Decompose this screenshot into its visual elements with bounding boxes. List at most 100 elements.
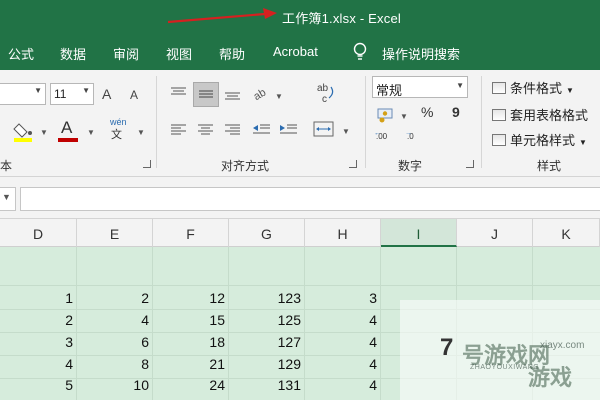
increase-indent-icon[interactable] [278, 122, 298, 136]
percent-style-icon[interactable]: % [421, 105, 433, 119]
tell-me-search[interactable]: 操作说明搜索 [382, 44, 460, 63]
cell-d5[interactable]: 5 [0, 374, 73, 396]
cell-f5[interactable]: 24 [153, 374, 225, 396]
format-as-table-label: 套用表格格式 [510, 108, 589, 123]
alignment-dialog-launcher-icon[interactable] [349, 160, 357, 168]
cell-i-value[interactable]: 7 [440, 334, 453, 362]
fill-color-icon[interactable] [13, 120, 35, 142]
group-separator [156, 76, 157, 168]
group-font-label: 本 [0, 159, 13, 173]
svg-text:ab: ab [317, 83, 329, 94]
name-box[interactable]: ▼ [0, 187, 16, 211]
cell-h5[interactable]: 4 [305, 374, 377, 396]
cell-e2[interactable]: 4 [77, 309, 149, 331]
cell-styles-button[interactable]: 单元格样式 ▼ [492, 130, 587, 149]
column-header-row: D E F G H I J K [0, 219, 600, 247]
cell-f2[interactable]: 15 [153, 309, 225, 331]
cell-d3[interactable]: 3 [0, 331, 73, 353]
chevron-down-icon: ▼ [456, 81, 464, 90]
cell-g5[interactable]: 131 [229, 374, 301, 396]
chevron-down-icon[interactable]: ▼ [275, 92, 283, 101]
font-size-dropdown[interactable]: 11 ▼ [50, 83, 94, 105]
conditional-formatting-button[interactable]: 条件格式 ▼ [492, 78, 574, 97]
top-align-icon[interactable] [170, 85, 188, 99]
font-dialog-launcher-icon[interactable] [143, 160, 151, 168]
group-separator [481, 76, 482, 168]
column-header-j[interactable]: J [457, 219, 533, 247]
cell-d4[interactable]: 4 [0, 353, 73, 375]
column-header-i[interactable]: I [381, 219, 457, 247]
format-as-table-icon [492, 109, 506, 121]
cell-h2[interactable]: 4 [305, 309, 377, 331]
window-title: 工作簿1.xlsx - Excel [282, 11, 401, 26]
wrap-text-icon[interactable]: ab c [315, 81, 337, 107]
font-color-icon[interactable]: A [61, 119, 72, 136]
chevron-down-icon[interactable]: ▼ [342, 127, 350, 136]
chevron-down-icon[interactable]: ▼ [400, 112, 408, 121]
tab-data[interactable]: 数据 [60, 44, 86, 63]
chevron-down-icon: ▼ [579, 138, 587, 147]
ribbon: ▼ 11 ▼ A A ▼ A ▼ wén 文 ▼ 本 ab ▼ ab c ▼ 对… [0, 70, 600, 177]
arrow-right-icon: → [405, 130, 412, 137]
arrow-left-icon: ← [374, 130, 381, 137]
number-format-dropdown[interactable]: 常规 ▼ [372, 76, 468, 98]
cell-f3[interactable]: 18 [153, 331, 225, 353]
tab-view[interactable]: 视图 [166, 44, 192, 63]
cell-styles-label: 单元格样式 [510, 133, 576, 148]
group-alignment-label: 对齐方式 [221, 159, 270, 173]
cell-f1[interactable]: 12 [153, 287, 225, 309]
cell-h1[interactable]: 3 [305, 287, 377, 309]
cell-g2[interactable]: 125 [229, 309, 301, 331]
chevron-down-icon[interactable]: ▼ [40, 128, 48, 137]
cell-g1[interactable]: 123 [229, 287, 301, 309]
cell-g4[interactable]: 129 [229, 353, 301, 375]
increase-font-size-icon[interactable]: A [102, 87, 111, 101]
font-color-bar [58, 138, 78, 142]
tab-help[interactable]: 帮助 [219, 44, 245, 63]
column-header-f[interactable]: F [153, 219, 229, 247]
decrease-indent-icon[interactable] [251, 122, 271, 136]
cell-f4[interactable]: 21 [153, 353, 225, 375]
title-bar: 工作簿1.xlsx - Excel [0, 0, 600, 33]
number-format-value: 常规 [376, 83, 403, 98]
formula-input[interactable] [20, 187, 600, 211]
cell-e1[interactable]: 2 [77, 287, 149, 309]
font-name-dropdown[interactable]: ▼ [0, 83, 46, 105]
align-left-icon[interactable] [170, 122, 188, 136]
watermark-game: 游戏 [528, 365, 573, 390]
comma-style-icon[interactable]: 9 [452, 105, 460, 119]
bottom-align-icon[interactable] [224, 87, 242, 101]
accounting-format-icon[interactable] [376, 106, 396, 124]
orientation-icon[interactable]: ab [251, 83, 271, 101]
cell-e3[interactable]: 6 [77, 331, 149, 353]
format-as-table-button[interactable]: 套用表格格式 [492, 105, 588, 124]
column-header-h[interactable]: H [305, 219, 381, 247]
merge-center-icon[interactable] [313, 120, 335, 138]
lightbulb-icon[interactable] [352, 42, 368, 62]
column-header-d[interactable]: D [0, 219, 77, 247]
tab-review[interactable]: 审阅 [113, 44, 139, 63]
decrease-font-size-icon[interactable]: A [130, 89, 138, 101]
align-center-icon[interactable] [197, 122, 215, 136]
column-header-k[interactable]: K [533, 219, 600, 247]
group-styles-label: 样式 [537, 159, 562, 173]
cell-d1[interactable]: 1 [0, 287, 73, 309]
align-right-icon[interactable] [224, 122, 242, 136]
cell-e5[interactable]: 10 [77, 374, 149, 396]
chevron-down-icon[interactable]: ▼ [137, 128, 145, 137]
cell-h4[interactable]: 4 [305, 353, 377, 375]
column-header-g[interactable]: G [229, 219, 305, 247]
phonetic-guide-icon[interactable]: wén [110, 118, 127, 127]
cell-e4[interactable]: 8 [77, 353, 149, 375]
number-dialog-launcher-icon[interactable] [466, 160, 474, 168]
tab-acrobat[interactable]: Acrobat [273, 44, 318, 59]
cell-g3[interactable]: 127 [229, 331, 301, 353]
chevron-down-icon[interactable]: ▼ [87, 128, 95, 137]
cell-d2[interactable]: 2 [0, 309, 73, 331]
tab-formulas[interactable]: 公式 [8, 44, 34, 63]
cell-h3[interactable]: 4 [305, 331, 377, 353]
middle-align-button[interactable] [193, 82, 219, 107]
column-header-e[interactable]: E [77, 219, 153, 247]
watermark-domain: xiayx.com [540, 340, 585, 351]
chevron-down-icon: ▼ [2, 192, 11, 202]
